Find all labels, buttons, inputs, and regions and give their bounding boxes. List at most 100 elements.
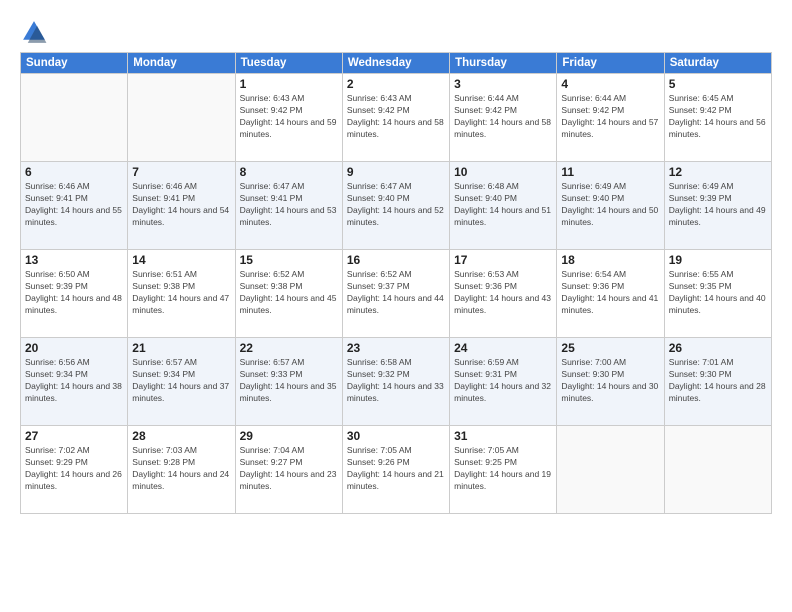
day-info: Sunrise: 6:44 AM Sunset: 9:42 PM Dayligh…: [454, 93, 552, 141]
calendar-cell: 5 Sunrise: 6:45 AM Sunset: 9:42 PM Daylig…: [664, 74, 771, 162]
day-info: Sunrise: 6:49 AM Sunset: 9:40 PM Dayligh…: [561, 181, 659, 229]
day-number: 9: [347, 165, 445, 179]
day-info: Sunrise: 6:58 AM Sunset: 9:32 PM Dayligh…: [347, 357, 445, 405]
day-number: 14: [132, 253, 230, 267]
day-number: 27: [25, 429, 123, 443]
day-info: Sunrise: 6:51 AM Sunset: 9:38 PM Dayligh…: [132, 269, 230, 317]
day-number: 17: [454, 253, 552, 267]
calendar-cell: 3 Sunrise: 6:44 AM Sunset: 9:42 PM Daylig…: [450, 74, 557, 162]
calendar-cell: 27 Sunrise: 7:02 AM Sunset: 9:29 PM Dayli…: [21, 426, 128, 514]
calendar-cell: 25 Sunrise: 7:00 AM Sunset: 9:30 PM Dayli…: [557, 338, 664, 426]
day-info: Sunrise: 7:05 AM Sunset: 9:26 PM Dayligh…: [347, 445, 445, 493]
day-info: Sunrise: 6:47 AM Sunset: 9:41 PM Dayligh…: [240, 181, 338, 229]
day-number: 30: [347, 429, 445, 443]
day-info: Sunrise: 6:57 AM Sunset: 9:33 PM Dayligh…: [240, 357, 338, 405]
day-number: 13: [25, 253, 123, 267]
day-info: Sunrise: 6:49 AM Sunset: 9:39 PM Dayligh…: [669, 181, 767, 229]
day-number: 22: [240, 341, 338, 355]
logo: [20, 18, 52, 46]
day-number: 3: [454, 77, 552, 91]
calendar-cell: 16 Sunrise: 6:52 AM Sunset: 9:37 PM Dayli…: [342, 250, 449, 338]
day-info: Sunrise: 7:05 AM Sunset: 9:25 PM Dayligh…: [454, 445, 552, 493]
col-header-friday: Friday: [557, 53, 664, 74]
calendar-header-row: SundayMondayTuesdayWednesdayThursdayFrid…: [21, 53, 772, 74]
day-info: Sunrise: 6:43 AM Sunset: 9:42 PM Dayligh…: [240, 93, 338, 141]
day-info: Sunrise: 6:56 AM Sunset: 9:34 PM Dayligh…: [25, 357, 123, 405]
day-number: 20: [25, 341, 123, 355]
calendar-cell: 20 Sunrise: 6:56 AM Sunset: 9:34 PM Dayli…: [21, 338, 128, 426]
calendar-cell: 26 Sunrise: 7:01 AM Sunset: 9:30 PM Dayli…: [664, 338, 771, 426]
generalblue-logo-icon: [20, 18, 48, 46]
calendar-cell: 18 Sunrise: 6:54 AM Sunset: 9:36 PM Dayli…: [557, 250, 664, 338]
page: SundayMondayTuesdayWednesdayThursdayFrid…: [0, 0, 792, 612]
calendar-cell: 19 Sunrise: 6:55 AM Sunset: 9:35 PM Dayli…: [664, 250, 771, 338]
calendar-cell: 8 Sunrise: 6:47 AM Sunset: 9:41 PM Daylig…: [235, 162, 342, 250]
day-info: Sunrise: 6:52 AM Sunset: 9:38 PM Dayligh…: [240, 269, 338, 317]
calendar-cell: 30 Sunrise: 7:05 AM Sunset: 9:26 PM Dayli…: [342, 426, 449, 514]
day-info: Sunrise: 7:02 AM Sunset: 9:29 PM Dayligh…: [25, 445, 123, 493]
day-info: Sunrise: 6:45 AM Sunset: 9:42 PM Dayligh…: [669, 93, 767, 141]
day-info: Sunrise: 6:44 AM Sunset: 9:42 PM Dayligh…: [561, 93, 659, 141]
day-number: 29: [240, 429, 338, 443]
calendar-cell: 31 Sunrise: 7:05 AM Sunset: 9:25 PM Dayli…: [450, 426, 557, 514]
calendar-week-4: 20 Sunrise: 6:56 AM Sunset: 9:34 PM Dayli…: [21, 338, 772, 426]
calendar-cell: 11 Sunrise: 6:49 AM Sunset: 9:40 PM Dayli…: [557, 162, 664, 250]
calendar-cell: [664, 426, 771, 514]
day-number: 21: [132, 341, 230, 355]
calendar-cell: 17 Sunrise: 6:53 AM Sunset: 9:36 PM Dayli…: [450, 250, 557, 338]
day-number: 2: [347, 77, 445, 91]
calendar-cell: 14 Sunrise: 6:51 AM Sunset: 9:38 PM Dayli…: [128, 250, 235, 338]
header: [20, 18, 772, 46]
calendar-cell: 24 Sunrise: 6:59 AM Sunset: 9:31 PM Dayli…: [450, 338, 557, 426]
day-number: 24: [454, 341, 552, 355]
col-header-monday: Monday: [128, 53, 235, 74]
col-header-sunday: Sunday: [21, 53, 128, 74]
calendar-week-3: 13 Sunrise: 6:50 AM Sunset: 9:39 PM Dayli…: [21, 250, 772, 338]
calendar-cell: 7 Sunrise: 6:46 AM Sunset: 9:41 PM Daylig…: [128, 162, 235, 250]
day-info: Sunrise: 6:43 AM Sunset: 9:42 PM Dayligh…: [347, 93, 445, 141]
day-number: 12: [669, 165, 767, 179]
day-info: Sunrise: 6:53 AM Sunset: 9:36 PM Dayligh…: [454, 269, 552, 317]
day-number: 7: [132, 165, 230, 179]
day-info: Sunrise: 6:50 AM Sunset: 9:39 PM Dayligh…: [25, 269, 123, 317]
day-number: 26: [669, 341, 767, 355]
day-info: Sunrise: 6:54 AM Sunset: 9:36 PM Dayligh…: [561, 269, 659, 317]
day-number: 6: [25, 165, 123, 179]
day-number: 1: [240, 77, 338, 91]
day-info: Sunrise: 6:46 AM Sunset: 9:41 PM Dayligh…: [25, 181, 123, 229]
calendar-week-1: 1 Sunrise: 6:43 AM Sunset: 9:42 PM Daylig…: [21, 74, 772, 162]
day-number: 8: [240, 165, 338, 179]
col-header-wednesday: Wednesday: [342, 53, 449, 74]
calendar: SundayMondayTuesdayWednesdayThursdayFrid…: [20, 52, 772, 514]
calendar-cell: 10Sunrise: 6:48 AM Sunset: 9:40 PM Dayli…: [450, 162, 557, 250]
col-header-tuesday: Tuesday: [235, 53, 342, 74]
calendar-cell: 29Sunrise: 7:04 AM Sunset: 9:27 PM Dayli…: [235, 426, 342, 514]
day-info: Sunrise: 6:52 AM Sunset: 9:37 PM Dayligh…: [347, 269, 445, 317]
day-number: 19: [669, 253, 767, 267]
day-info: Sunrise: 6:46 AM Sunset: 9:41 PM Dayligh…: [132, 181, 230, 229]
day-number: 11: [561, 165, 659, 179]
day-number: 5: [669, 77, 767, 91]
calendar-cell: 1 Sunrise: 6:43 AM Sunset: 9:42 PM Daylig…: [235, 74, 342, 162]
day-info: Sunrise: 7:01 AM Sunset: 9:30 PM Dayligh…: [669, 357, 767, 405]
day-info: Sunrise: 6:48 AM Sunset: 9:40 PM Dayligh…: [454, 181, 552, 229]
calendar-cell: 21Sunrise: 6:57 AM Sunset: 9:34 PM Dayli…: [128, 338, 235, 426]
calendar-cell: 4Sunrise: 6:44 AM Sunset: 9:42 PM Daylig…: [557, 74, 664, 162]
day-number: 25: [561, 341, 659, 355]
calendar-cell: [21, 74, 128, 162]
day-info: Sunrise: 6:47 AM Sunset: 9:40 PM Dayligh…: [347, 181, 445, 229]
col-header-saturday: Saturday: [664, 53, 771, 74]
day-number: 31: [454, 429, 552, 443]
col-header-thursday: Thursday: [450, 53, 557, 74]
calendar-cell: 13 Sunrise: 6:50 AM Sunset: 9:39 PM Dayli…: [21, 250, 128, 338]
day-number: 16: [347, 253, 445, 267]
day-number: 23: [347, 341, 445, 355]
calendar-cell: 6 Sunrise: 6:46 AM Sunset: 9:41 PM Daylig…: [21, 162, 128, 250]
day-info: Sunrise: 7:00 AM Sunset: 9:30 PM Dayligh…: [561, 357, 659, 405]
day-info: Sunrise: 6:59 AM Sunset: 9:31 PM Dayligh…: [454, 357, 552, 405]
day-info: Sunrise: 6:55 AM Sunset: 9:35 PM Dayligh…: [669, 269, 767, 317]
day-number: 18: [561, 253, 659, 267]
calendar-cell: 28Sunrise: 7:03 AM Sunset: 9:28 PM Dayli…: [128, 426, 235, 514]
calendar-cell: [128, 74, 235, 162]
calendar-cell: 23 Sunrise: 6:58 AM Sunset: 9:32 PM Dayli…: [342, 338, 449, 426]
